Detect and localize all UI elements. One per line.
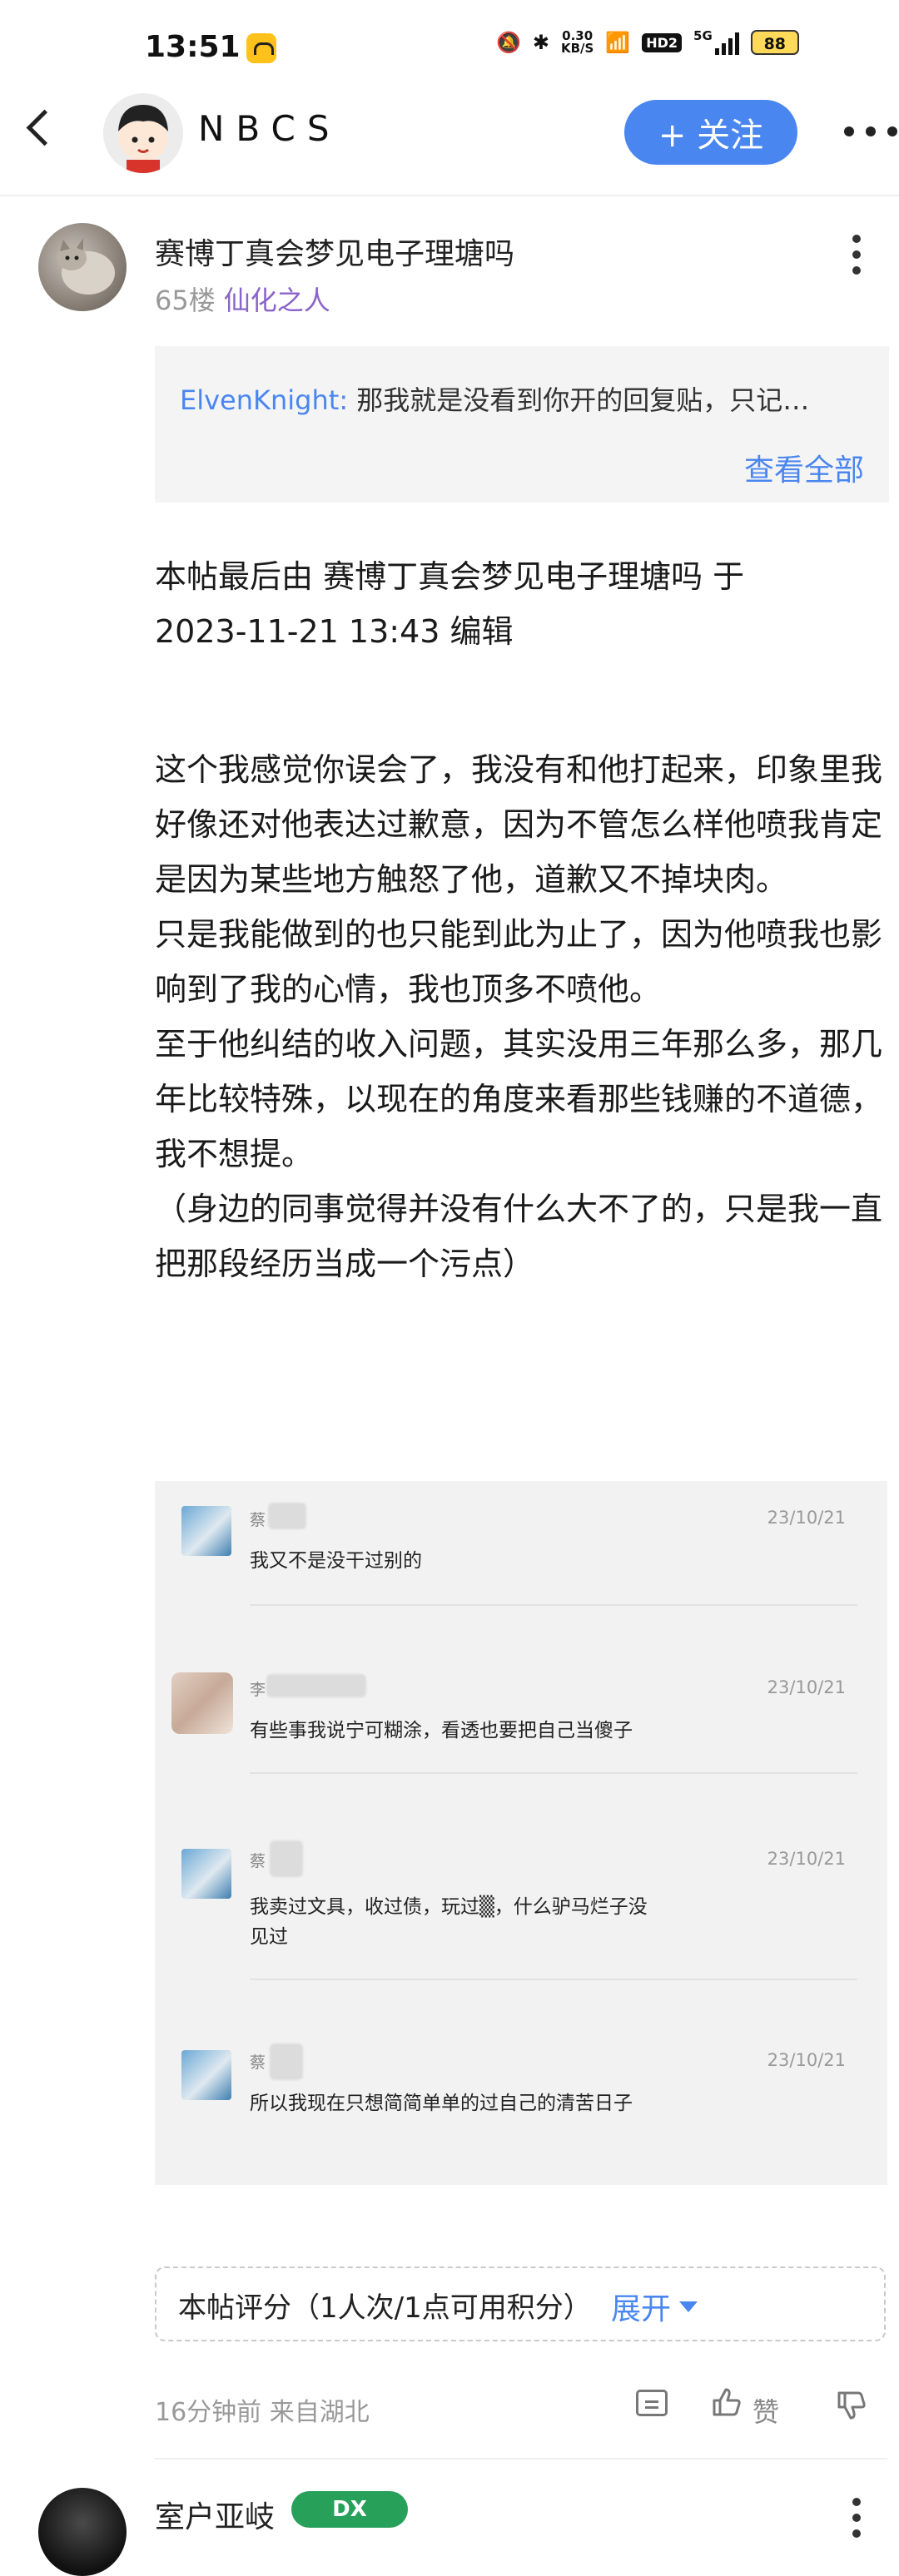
chat-divider [250,1979,857,1980]
chat-divider [250,1772,857,1774]
dislike-icon[interactable] [836,2390,867,2421]
signal-icon: 5G [693,30,739,55]
like-icon[interactable] [711,2386,743,2418]
wifi-icon: 📶 [605,31,631,54]
chat-divider [250,1604,857,1606]
rating-expand-button[interactable]: 展开 [611,2285,698,2328]
post-paragraph: （身边的同事觉得并没有什么大不了的，只是我一直把那段经历当成一个污点） [155,1191,883,1282]
chat-text: 有些事我说宁可糊涂，看透也要把自己当傻子 [250,1720,633,1741]
post-meta: 16分钟前 来自湖北 [155,2398,370,2427]
chat-name: 蔡 [250,1511,266,1529]
post-paragraph: 至于他纠结的收入问题，其实没用三年那么多，那几年比较特殊，以现在的角度来看那些钱… [155,1026,883,1172]
chat-text: 我又不是没干过别的 [250,1550,422,1572]
blur-patch [266,1674,366,1697]
poster-avatar[interactable] [38,2488,127,2576]
chat-date: 23/10/21 [767,2050,846,2070]
chat-date: 23/10/21 [767,1508,846,1528]
post-body: 这个我感觉你误会了，我没有和他打起来，印象里我好像还对他表达过歉意，因为不管怎么… [155,742,887,1291]
edit-note-line-1: 本帖最后由 赛博丁真会梦见电子理塘吗 于 [155,558,745,595]
status-icons: 🔕 ✱ 0.30 KB/S 📶 HD2 5G 88 [496,30,799,55]
chat-name: 蔡 [250,1852,266,1870]
chat-text: 所以我现在只想简简单单的过自己的清苦日子 [250,2093,633,2114]
page-title: NBCS [198,108,341,149]
status-time: 13:51 [145,30,241,64]
rating-expand-label: 展开 [611,2292,672,2326]
more-options-icon[interactable] [844,126,897,136]
blur-patch [268,1503,306,1529]
quote-box[interactable]: ElvenKnight: 那我就是没看到你开的回复贴，只记… 查看全部 [155,346,889,503]
signal-gen: 5G [693,28,713,43]
edit-note: 本帖最后由 赛博丁真会梦见电子理塘吗 于 2023-11-21 13:43 编辑 [155,549,887,659]
poster-name[interactable]: 室户亚岐 [155,2493,275,2536]
floor-number: 65楼 [155,285,216,316]
net-speed: 0.30 KB/S [561,30,594,55]
notification-app-icon [246,33,276,63]
cartoon-avatar-icon [118,105,168,173]
bluetooth-icon: ✱ [532,31,549,54]
post-more-icon[interactable] [852,235,861,275]
mute-icon: 🔕 [496,31,521,54]
chat-date: 23/10/21 [767,1677,846,1697]
comment-icon[interactable] [636,2390,668,2416]
level-badge: DX [291,2491,408,2528]
post-paragraph: 只是我能做到的也只能到此为止了，因为他喷我也影响到了我的心情，我也顶多不喷他。 [155,916,883,1008]
avatar[interactable] [103,93,183,173]
blur-patch [270,2043,303,2080]
chat-screenshot-image[interactable]: 蔡 23/10/21 我又不是没干过别的 李 23/10/21 有些事我说宁可糊… [155,1481,887,2185]
chat-avatar [181,2050,231,2100]
net-speed-unit: KB/S [561,41,594,56]
poster-avatar[interactable] [38,223,127,311]
user-title[interactable]: 仙化之人 [224,285,330,316]
post-divider [155,2458,887,2460]
chat-avatar [181,1506,231,1556]
view-all-link[interactable]: 查看全部 [744,446,864,489]
chat-name: 李 [250,1681,266,1699]
rating-label: 本帖评分（1人次/1点可用积分） [178,2291,592,2325]
cat-photo-icon [57,238,115,295]
hd-icon: HD2 [642,32,683,52]
blur-patch [270,1840,303,1877]
chat-text: 我卖过文具，收过债，玩过▒，什么驴马烂子没见过 [250,1896,648,1948]
floor-info: 65楼 仙化之人 [155,280,330,318]
battery-icon: 88 [750,30,799,55]
back-icon[interactable] [26,109,63,146]
rating-box[interactable]: 本帖评分（1人次/1点可用积分） 展开 [155,2266,886,2341]
poster-name[interactable]: 赛博丁真会梦见电子理塘吗 [155,230,514,273]
post-paragraph: 这个我感觉你误会了，我没有和他打起来，印象里我好像还对他表达过歉意，因为不管怎么… [155,751,883,898]
chat-avatar [171,1672,233,1734]
quote-author[interactable]: ElvenKnight: [180,384,348,416]
post-more-icon[interactable] [852,2498,861,2538]
chat-avatar [181,1849,231,1899]
caret-down-icon [679,2301,698,2312]
like-label[interactable]: 赞 [752,2391,779,2430]
header-divider [0,195,899,196]
chat-name: 蔡 [250,2053,266,2072]
edit-note-line-2: 2023-11-21 13:43 编辑 [155,613,514,650]
chat-date: 23/10/21 [767,1849,846,1869]
quote-text: ElvenKnight: 那我就是没看到你开的回复贴，只记… [180,379,809,418]
follow-button[interactable]: + 关注 [624,100,797,165]
quote-body: 那我就是没看到你开的回复贴，只记… [348,384,810,416]
